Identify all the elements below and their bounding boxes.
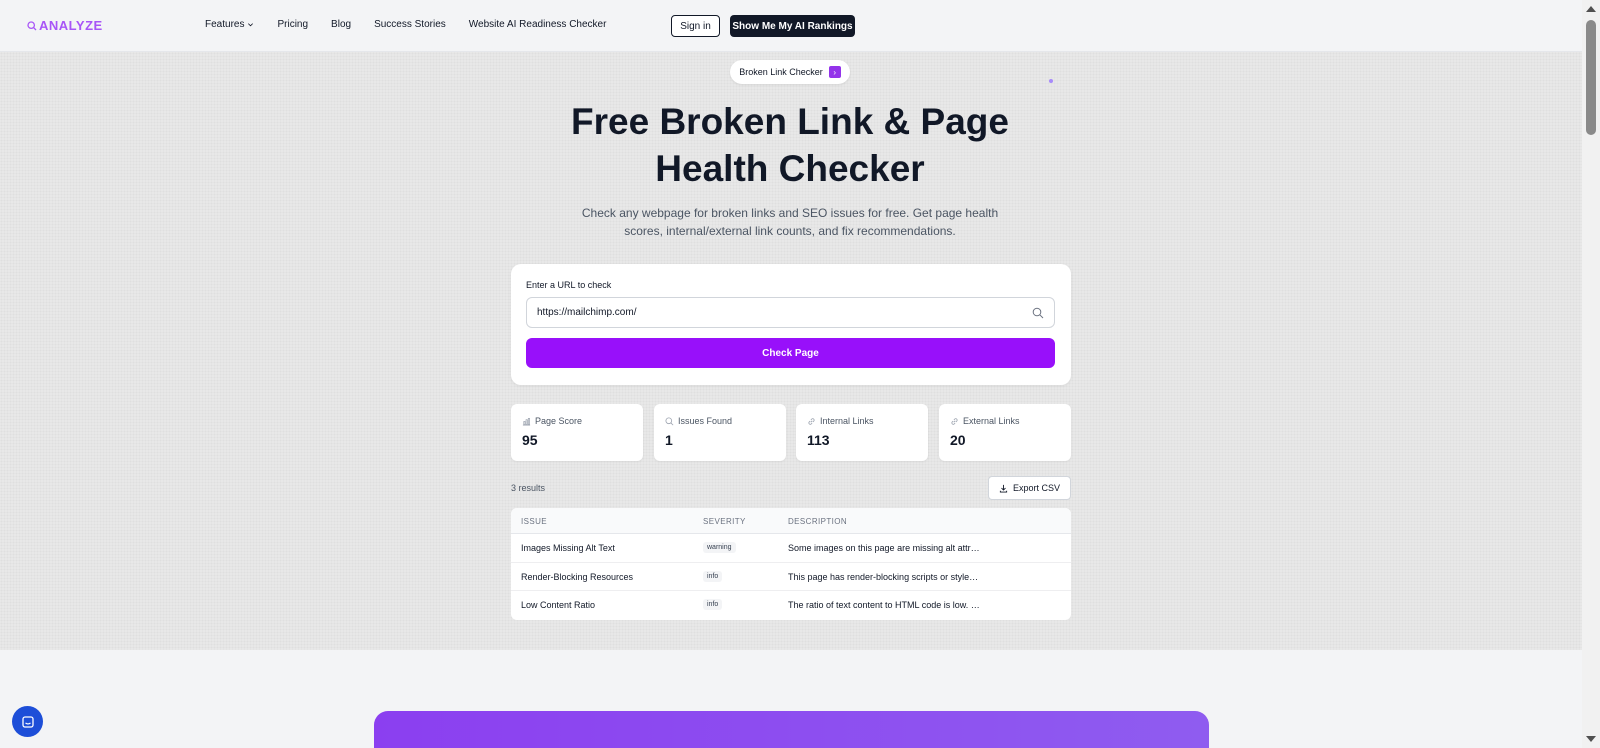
nav-pricing[interactable]: Pricing — [277, 19, 308, 30]
issue-cell: Render-Blocking Resources — [521, 571, 634, 582]
stat-external-links: External Links 20 — [939, 404, 1071, 461]
search-icon — [1032, 307, 1044, 319]
pill-label: Broken Link Checker — [739, 67, 823, 77]
scroll-up-arrow-icon[interactable] — [1586, 6, 1596, 12]
logo-text: ANALYZE — [39, 18, 103, 33]
broken-link-checker-pill[interactable]: Broken Link Checker › — [730, 60, 850, 84]
stat-label-text: Internal Links — [820, 416, 874, 426]
subtitle-line-2: scores, internal/external link counts, a… — [624, 224, 956, 238]
stat-internal-links: Internal Links 113 — [796, 404, 928, 461]
download-icon — [999, 484, 1008, 493]
main-nav: Features Pricing Blog Success Stories We… — [205, 19, 629, 30]
stat-label: External Links — [950, 416, 1020, 426]
nav-blog-label: Blog — [331, 19, 352, 30]
results-table: ISSUE SEVERITY DESCRIPTION Images Missin… — [511, 508, 1071, 620]
stat-issues-found: Issues Found 1 — [654, 404, 786, 461]
table-row[interactable]: Low Content Ratio info The ratio of text… — [511, 591, 1071, 620]
stat-label: Issues Found — [665, 416, 732, 426]
column-header-severity[interactable]: SEVERITY — [703, 517, 746, 526]
check-page-button[interactable]: Check Page — [526, 338, 1055, 368]
severity-badge: info — [703, 599, 723, 610]
severity-badge: info — [703, 570, 723, 582]
stat-label: Internal Links — [807, 416, 874, 426]
table-row[interactable]: Images Missing Alt Text warning Some ima… — [511, 534, 1071, 563]
page-scrollbar[interactable] — [1582, 0, 1600, 748]
chevron-down-icon — [248, 23, 254, 27]
stat-label-text: Page Score — [535, 416, 583, 426]
scrollbar-thumb[interactable] — [1586, 20, 1596, 135]
issue-cell: Low Content Ratio — [521, 600, 596, 610]
url-field-label: Enter a URL to check — [526, 280, 612, 290]
nav-success-stories[interactable]: Success Stories — [374, 19, 446, 30]
ai-rankings-button[interactable]: Show Me My AI Rankings — [730, 15, 855, 37]
link-icon — [951, 417, 958, 425]
site-header: ANALYZE Features Pricing Blog Success St… — [0, 0, 1582, 52]
issue-cell: Images Missing Alt Text — [521, 543, 615, 553]
results-count: 3 results — [511, 483, 546, 493]
title-line-1: Free Broken Link & Page — [571, 101, 1009, 142]
column-header-description[interactable]: DESCRIPTION — [788, 517, 847, 526]
stat-label-text: Issues Found — [678, 416, 733, 426]
url-checker-card: Enter a URL to check https://mailchimp.c… — [511, 264, 1071, 385]
stat-value: 113 — [807, 432, 830, 448]
page-title: Free Broken Link & Page Health Checker — [490, 98, 1090, 192]
stat-value: 95 — [522, 432, 538, 448]
chat-launcher-button[interactable] — [12, 706, 43, 737]
page-subtitle: Check any webpage for broken links and S… — [580, 204, 1000, 240]
url-input-value: https://mailchimp.com/ — [537, 307, 637, 318]
nav-success-stories-label: Success Stories — [374, 19, 446, 30]
nav-blog[interactable]: Blog — [331, 19, 351, 30]
table-header: ISSUE SEVERITY DESCRIPTION — [511, 508, 1071, 534]
sign-in-button[interactable]: Sign in — [671, 15, 720, 37]
nav-ai-readiness-checker[interactable]: Website AI Readiness Checker — [469, 19, 607, 30]
link-icon — [808, 417, 815, 425]
bar-chart-icon — [522, 417, 531, 426]
url-input[interactable]: https://mailchimp.com/ — [526, 297, 1055, 328]
nav-ai-readiness-label: Website AI Readiness Checker — [468, 19, 607, 30]
stat-value: 1 — [665, 432, 673, 448]
chat-icon — [21, 715, 34, 728]
stat-value: 20 — [950, 432, 966, 448]
promo-banner — [374, 711, 1209, 748]
stat-page-score: Page Score 95 — [511, 404, 643, 461]
description-cell: This page has render-blocking scripts or… — [788, 571, 979, 582]
table-row[interactable]: Render-Blocking Resources info This page… — [511, 563, 1071, 591]
subtitle-line-1: Check any webpage for broken links and S… — [581, 206, 999, 220]
description-cell: The ratio of text content to HTML code i… — [788, 600, 980, 610]
severity-badge: warning — [703, 542, 736, 553]
nav-pricing-label: Pricing — [277, 19, 309, 30]
logo[interactable]: ANALYZE — [27, 18, 103, 33]
scroll-down-arrow-icon[interactable] — [1586, 736, 1596, 742]
search-icon — [665, 416, 674, 425]
chevron-right-icon: › — [828, 66, 841, 78]
description-cell: Some images on this page are missing alt… — [788, 543, 980, 553]
nav-features-label: Features — [205, 19, 245, 30]
title-line-2: Health Checker — [655, 148, 925, 189]
decorative-dot — [1049, 79, 1053, 83]
stat-label: Page Score — [522, 416, 582, 426]
column-header-issue[interactable]: ISSUE — [521, 517, 547, 526]
export-csv-label: Export CSV — [1012, 483, 1061, 493]
search-icon — [27, 20, 37, 30]
nav-features[interactable]: Features — [205, 19, 254, 30]
export-csv-button[interactable]: Export CSV — [988, 476, 1071, 500]
stat-label-text: External Links — [963, 416, 1020, 426]
